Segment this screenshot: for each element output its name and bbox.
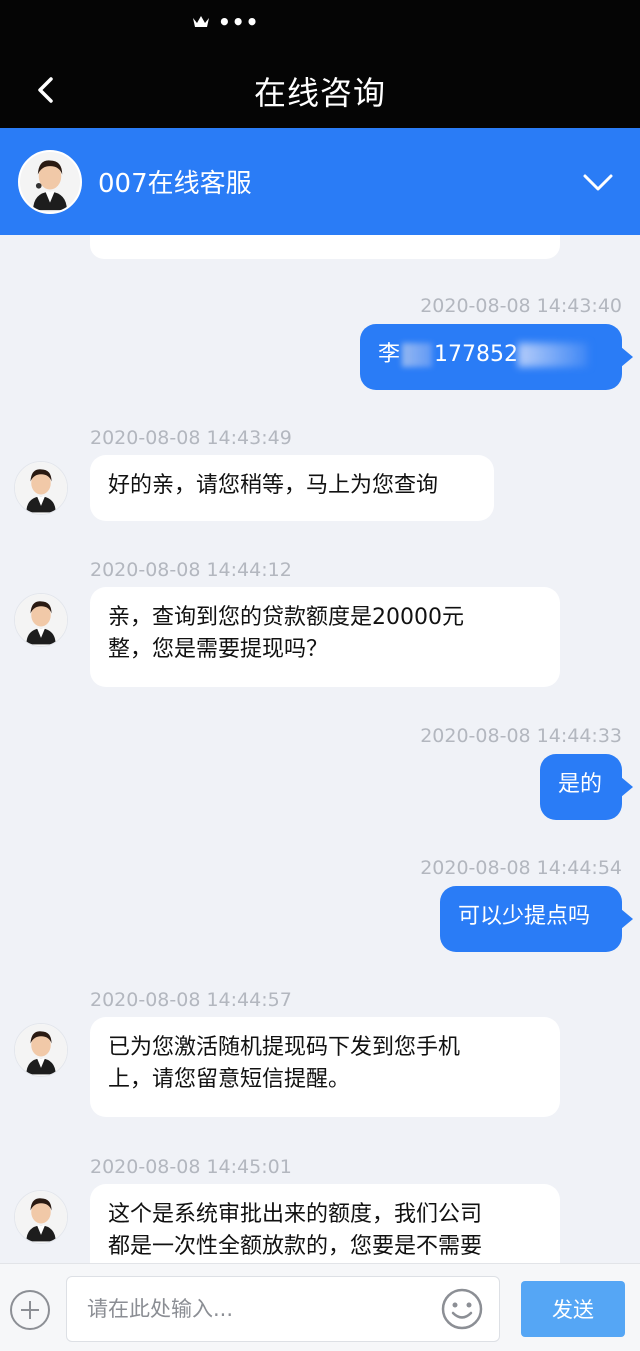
message-bubble-outgoing[interactable]: 李 177852 (360, 324, 633, 390)
message-timestamp: 2020-08-08 14:45:01 (90, 1156, 292, 1178)
message-timestamp: 2020-08-08 14:43:49 (90, 427, 292, 449)
message-timestamp: 2020-08-08 14:44:57 (90, 989, 292, 1011)
crown-icon (193, 16, 209, 27)
message-timestamp: 2020-08-08 14:44:33 (420, 725, 622, 747)
message-text: 上，请您留意短信提醒。 (108, 1067, 351, 1092)
status-icons: ••• (192, 12, 259, 32)
message-bubble-partial (90, 235, 560, 259)
message-text: 是的 (558, 772, 603, 797)
redacted-mask (402, 343, 433, 367)
emoji-icon[interactable] (440, 1287, 484, 1331)
send-button[interactable]: 发送 (521, 1281, 625, 1337)
agent-avatar-small[interactable] (14, 1023, 68, 1077)
message-bubble-incoming[interactable]: 这个是系统审批出来的额度，我们公司 都是一次性全额放款的，您要是不需要 (90, 1184, 560, 1263)
chevron-down-icon[interactable] (580, 164, 616, 200)
agent-avatar-small[interactable] (14, 461, 68, 515)
agent-header: 007在线客服 (0, 128, 640, 235)
agent-avatar-image (15, 462, 67, 514)
message-bubble-outgoing[interactable]: 是的 (540, 754, 633, 820)
message-input[interactable] (66, 1276, 500, 1342)
message-text: 已为您激活随机提现码下发到您手机 (108, 1035, 461, 1060)
message-text: 李 (378, 342, 401, 367)
agent-avatar[interactable] (18, 149, 82, 214)
title-bar: ••• 在线咨询 (0, 0, 640, 128)
agent-avatar-small[interactable] (14, 1190, 68, 1244)
redacted-mask (518, 343, 588, 367)
agent-name: 007在线客服 (98, 169, 252, 199)
page-title: 在线咨询 (253, 74, 386, 112)
plus-icon[interactable] (10, 1290, 50, 1330)
message-text: 都是一次性全额放款的，您要是不需要 (108, 1234, 483, 1259)
agent-avatar-small[interactable] (14, 593, 68, 647)
more-dots-icon: ••• (218, 10, 260, 34)
message-text: 177852 (434, 342, 518, 367)
message-text: 这个是系统审批出来的额度，我们公司 (108, 1202, 483, 1227)
agent-avatar-image (15, 1024, 67, 1076)
input-bar: 发送 (0, 1263, 640, 1351)
agent-avatar-image (15, 594, 67, 646)
message-bubble-outgoing[interactable]: 可以少提点吗 (440, 886, 633, 952)
message-bubble-incoming[interactable]: 亲，查询到您的贷款额度是20000元 整，您是需要提现吗？ (90, 587, 560, 687)
message-timestamp: 2020-08-08 14:44:54 (420, 857, 622, 879)
message-bubble-incoming[interactable]: 已为您激活随机提现码下发到您手机 上，请您留意短信提醒。 (90, 1017, 560, 1117)
message-text: 整，您是需要提现吗？ (108, 637, 329, 662)
agent-avatar-image (15, 1191, 67, 1243)
message-timestamp: 2020-08-08 14:43:40 (420, 295, 622, 317)
message-bubble-incoming[interactable]: 好的亲，请您稍等，马上为您查询 (90, 455, 494, 521)
message-text: 可以少提点吗 (458, 904, 591, 929)
message-text: 好的亲，请您稍等，马上为您查询 (108, 473, 439, 498)
message-text: 亲，查询到您的贷款额度是20000元 (108, 605, 464, 630)
agent-avatar-image (20, 151, 80, 212)
message-timestamp: 2020-08-08 14:44:12 (90, 559, 292, 581)
chat-area[interactable]: 2020-08-08 14:43:40 李 177852 2020-08-08 1… (0, 235, 640, 1263)
